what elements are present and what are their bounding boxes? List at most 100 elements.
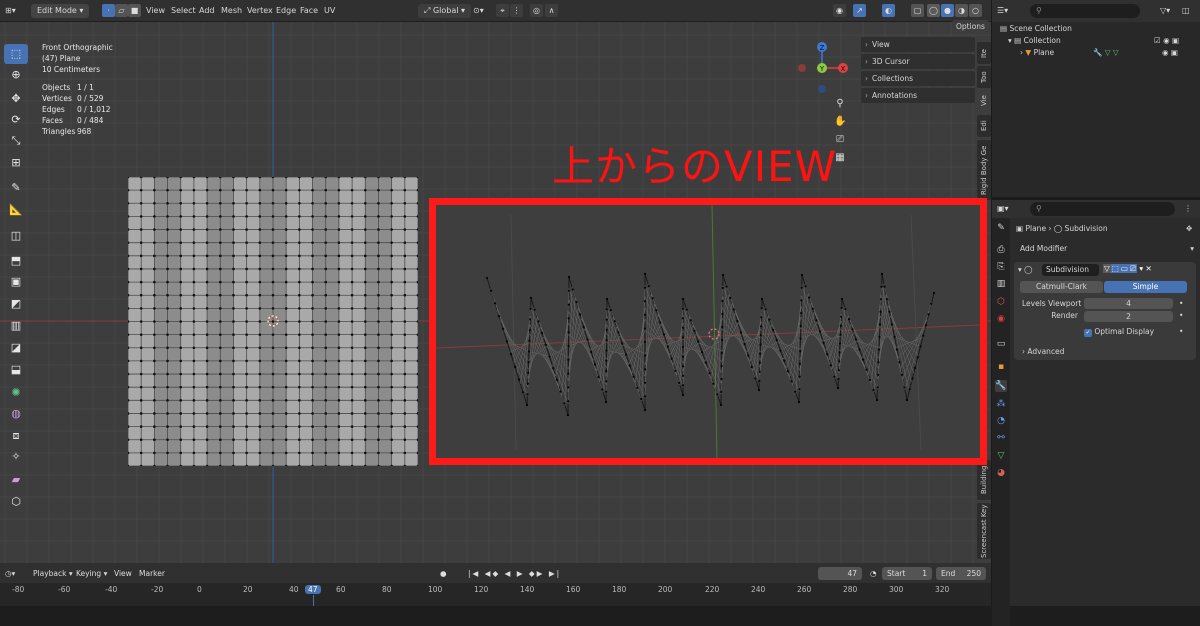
proportional-edit-icon[interactable]: ◎: [530, 4, 543, 17]
3d-cursor-icon[interactable]: [266, 314, 280, 328]
edge-select-icon[interactable]: ▱: [115, 4, 128, 17]
new-collection-icon[interactable]: ◫: [1182, 4, 1190, 18]
scene-collection-row[interactable]: ▤ Scene Collection: [1000, 24, 1072, 33]
shading-rendered-icon[interactable]: ○: [969, 4, 982, 17]
outliner-search-input[interactable]: ⚲: [1030, 4, 1140, 18]
physics-tab-icon[interactable]: ◔: [995, 415, 1007, 427]
loop-cut-icon[interactable]: ▥: [4, 316, 28, 336]
rip-icon[interactable]: ⬡: [4, 492, 28, 512]
panel-collections[interactable]: Collections: [861, 71, 975, 86]
annotate-icon[interactable]: ✎: [4, 178, 28, 198]
current-frame-field[interactable]: 47: [818, 567, 862, 580]
end-frame-field[interactable]: End 250: [936, 567, 986, 580]
move-icon[interactable]: ✥: [4, 89, 28, 109]
menu-vertex[interactable]: Vertex: [247, 4, 273, 18]
collection-row[interactable]: ▾ ▤ Collection: [1008, 36, 1061, 45]
editor-type-icon[interactable]: ⊞▾: [5, 4, 16, 18]
shading-material-icon[interactable]: ◑: [955, 4, 968, 17]
menu-mesh[interactable]: Mesh: [221, 4, 242, 18]
levels-viewport-field[interactable]: 4: [1084, 298, 1173, 309]
particles-tab-icon[interactable]: ⁂: [995, 398, 1007, 410]
keyframe-dot-icon[interactable]: •: [1179, 299, 1183, 308]
panel-annotations[interactable]: Annotations: [861, 88, 975, 103]
menu-select[interactable]: Select: [171, 4, 196, 18]
type-simple[interactable]: Simple: [1104, 281, 1187, 293]
tab-view[interactable]: Vie: [977, 90, 991, 112]
keyframe-dot-icon[interactable]: •: [1179, 327, 1183, 336]
filter-icon[interactable]: ▽▾: [1160, 4, 1170, 18]
advanced-subpanel[interactable]: › Advanced: [1022, 347, 1064, 356]
zoom-icon[interactable]: ⚲: [834, 95, 846, 113]
menu-view[interactable]: View: [146, 4, 165, 18]
gizmo-icon[interactable]: ↗: [853, 4, 866, 17]
modifier-toggle-icons[interactable]: ▽ ⬚ ▭ ⎚ ▾ ✕: [1103, 264, 1152, 274]
tool-tab-icon[interactable]: ✎: [995, 222, 1007, 234]
type-catmull-clark[interactable]: Catmull-Clark: [1020, 281, 1103, 293]
menu-add[interactable]: Add: [199, 4, 215, 18]
tab-tool[interactable]: Too: [977, 66, 991, 88]
modifier-name-field[interactable]: Subdivision: [1042, 264, 1099, 276]
start-frame-field[interactable]: Start 1: [882, 567, 932, 580]
knife-icon[interactable]: ◪: [4, 338, 28, 358]
tab-screencast-key[interactable]: Screencast Key: [977, 503, 991, 559]
face-select-icon[interactable]: ■: [128, 4, 141, 17]
output-tab-icon[interactable]: ⎘: [995, 261, 1007, 273]
tab-item[interactable]: Ite: [977, 42, 991, 64]
properties-editor-icon[interactable]: ▣▾: [997, 202, 1009, 216]
material-tab-icon[interactable]: ◕: [995, 467, 1007, 479]
overlay-icon[interactable]: ◐: [882, 4, 895, 17]
panel-view[interactable]: View: [861, 37, 975, 52]
world-tab-icon[interactable]: ◉: [995, 313, 1007, 325]
menu-marker[interactable]: Marker: [139, 567, 165, 580]
menu-face[interactable]: Face: [300, 4, 318, 18]
pivot-icon[interactable]: ⊙▾: [473, 4, 484, 18]
gizmo-neg-x-icon[interactable]: [798, 64, 806, 72]
collection-visibility-icons[interactable]: ☑ ◉ ▣: [1154, 36, 1179, 45]
vertex-select-icon[interactable]: ⋅: [102, 4, 115, 17]
menu-uv[interactable]: UV: [324, 4, 335, 18]
measure-icon[interactable]: 📐: [4, 200, 28, 220]
poly-build-icon[interactable]: ⬓: [4, 360, 28, 380]
bevel-icon[interactable]: ◩: [4, 294, 28, 314]
tab-building[interactable]: Building: [977, 460, 991, 500]
inset-icon[interactable]: ▣: [4, 272, 28, 292]
snap-icon[interactable]: ⌖: [496, 4, 509, 17]
menu-keying[interactable]: Keying ▾: [76, 567, 107, 580]
xray-icon[interactable]: ▢: [911, 4, 924, 17]
optimal-display-checkbox[interactable]: ✓ Optimal Display: [1084, 327, 1154, 337]
record-icon[interactable]: ●: [440, 567, 447, 580]
mode-dropdown[interactable]: Edit Mode ▾: [31, 4, 90, 18]
constraints-tab-icon[interactable]: ⚯: [995, 432, 1007, 444]
visibility-icon[interactable]: ◉: [833, 4, 846, 17]
menu-edge[interactable]: Edge: [276, 4, 296, 18]
outliner-editor-icon[interactable]: ☰▾: [997, 4, 1008, 18]
transform-orientation-dropdown[interactable]: ⤢ Global ▾: [418, 4, 472, 18]
navigation-gizmo[interactable]: Z X Y: [796, 40, 852, 100]
menu-playback[interactable]: Playback ▾: [33, 567, 73, 580]
render-tab-icon[interactable]: ⎙: [995, 244, 1007, 256]
collection-tab-icon[interactable]: ▭: [995, 338, 1007, 350]
transform-icon[interactable]: ⊞: [4, 153, 28, 173]
scale-icon[interactable]: ⤡: [4, 131, 28, 151]
cursor-icon[interactable]: ⊕: [4, 65, 28, 85]
options-dropdown[interactable]: Options ▾: [952, 20, 989, 45]
scene-tab-icon[interactable]: ⬡: [995, 296, 1007, 308]
rotate-icon[interactable]: ⟳: [4, 110, 28, 130]
properties-search-input[interactable]: ⚲: [1030, 202, 1175, 216]
shear-icon[interactable]: ▰: [4, 470, 28, 490]
current-frame-marker[interactable]: 47: [305, 585, 321, 594]
smooth-icon[interactable]: ◍: [4, 404, 28, 424]
timeline-editor-icon[interactable]: ◷▾: [5, 567, 15, 580]
clock-icon[interactable]: ◔: [870, 567, 877, 580]
shrink-fatten-icon[interactable]: ✧: [4, 447, 28, 467]
spin-icon[interactable]: ✺: [4, 383, 28, 403]
plane-row[interactable]: › ▼ Plane: [1020, 48, 1054, 57]
data-tab-icon[interactable]: ▽: [995, 450, 1007, 462]
shading-solid-icon[interactable]: ●: [941, 4, 954, 17]
pin-icon[interactable]: ⋮: [1184, 202, 1192, 216]
pin-properties-icon[interactable]: ✥: [1186, 224, 1192, 233]
edge-slide-icon[interactable]: ⧈: [4, 426, 28, 446]
render-levels-field[interactable]: 2: [1084, 311, 1173, 322]
gizmo-neg-z-icon[interactable]: [818, 85, 826, 93]
extrude-icon[interactable]: ⬒: [4, 251, 28, 271]
